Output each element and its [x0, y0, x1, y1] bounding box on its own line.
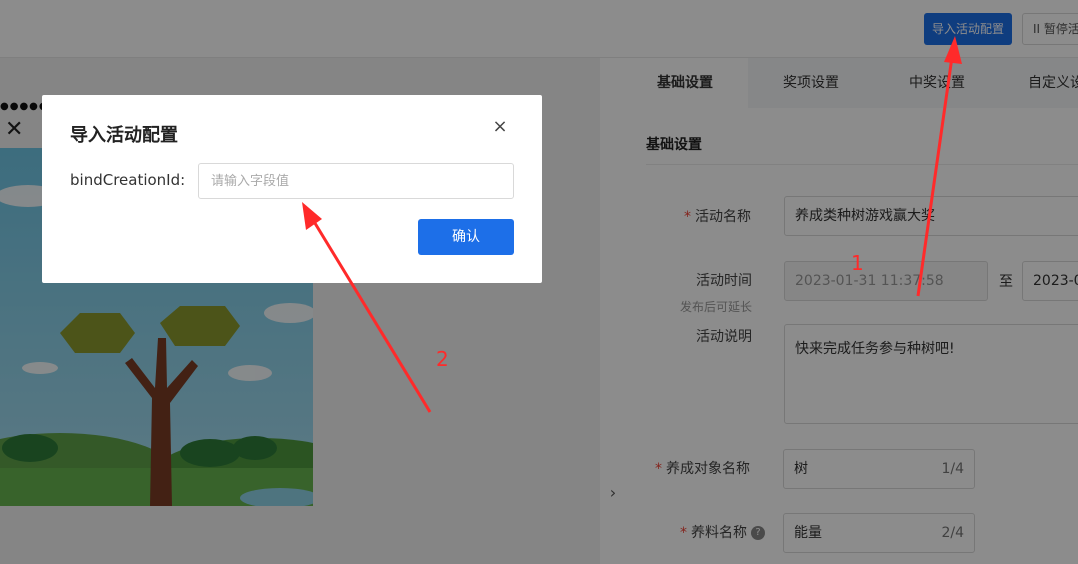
close-icon[interactable]: × [490, 115, 510, 139]
annotation-number-1: 1 [851, 251, 864, 275]
dialog-title: 导入活动配置 [70, 125, 178, 146]
import-config-dialog: 导入活动配置 × bindCreationId: 确认 [42, 95, 542, 283]
bind-creation-id-label: bindCreationId: [70, 171, 186, 189]
bind-creation-id-input[interactable] [198, 163, 514, 199]
annotation-number-2: 2 [436, 347, 449, 371]
confirm-button[interactable]: 确认 [418, 219, 514, 255]
